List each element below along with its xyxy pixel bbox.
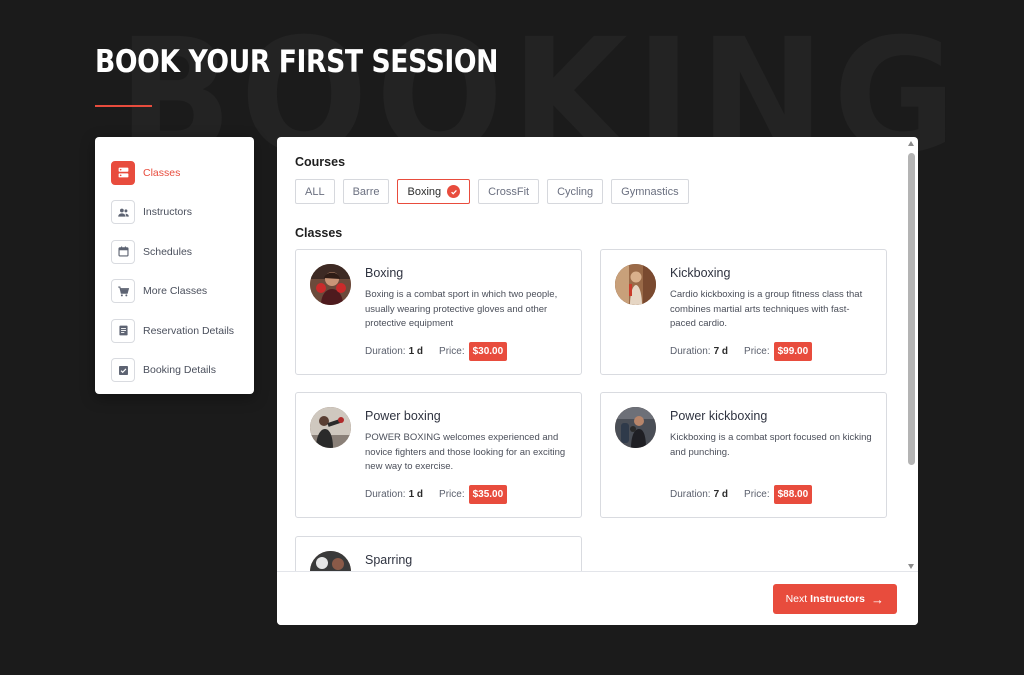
price-label: Price:	[744, 346, 770, 357]
next-button-target: Instructors	[810, 593, 865, 605]
class-description: POWER BOXING welcomes experienced and no…	[365, 432, 566, 472]
class-avatar	[615, 407, 656, 448]
class-title: Kickboxing	[670, 266, 731, 280]
class-description: Cardio kickboxing is a group fitness cla…	[670, 289, 863, 329]
price-badge: $99.00	[773, 342, 813, 361]
scroll-down-icon[interactable]	[908, 564, 914, 569]
class-card-boxing[interactable]: Boxing Boxing is a combat sport in which…	[295, 249, 582, 375]
class-card-sparring[interactable]: Sparring	[295, 536, 582, 571]
check-icon	[447, 185, 461, 198]
instructors-icon	[111, 200, 135, 225]
class-meta: Duration: 1 d Price: $30.00	[365, 342, 508, 361]
panel-footer: Next Instructors →	[277, 571, 918, 625]
classes-heading: Classes	[295, 226, 343, 240]
duration-label: Duration:	[670, 346, 711, 357]
document-icon	[111, 318, 135, 343]
course-filters: ALL Barre Boxing CrossFit Cycling Gymnas…	[295, 179, 905, 204]
scroll-thumb[interactable]	[908, 153, 915, 465]
class-title: Power boxing	[365, 409, 441, 423]
checklist-icon	[111, 358, 135, 383]
price-label: Price:	[439, 489, 465, 500]
price-badge: $88.00	[773, 485, 813, 504]
class-card-power-kickboxing[interactable]: Power kickboxing Kickboxing is a combat …	[600, 392, 887, 518]
scroll-up-icon[interactable]	[908, 141, 914, 146]
next-button-prefix: Next	[785, 593, 808, 605]
sidebar-item-schedules[interactable]: Schedules	[111, 232, 254, 272]
sidebar-item-label: Schedules	[143, 245, 193, 258]
sidebar-item-reservation-details[interactable]: Reservation Details	[111, 311, 254, 351]
class-meta: Duration: 7 d Price: $88.00	[670, 485, 813, 504]
steps-sidebar: Classes Instructors Schedules More Class…	[95, 137, 254, 394]
next-instructors-button[interactable]: Next Instructors →	[772, 584, 897, 614]
class-title: Boxing	[365, 266, 404, 280]
duration-label: Duration:	[670, 489, 711, 500]
sidebar-item-label: More Classes	[143, 285, 208, 298]
price-label: Price:	[744, 489, 770, 500]
filter-chip-crossfit[interactable]: CrossFit	[478, 179, 540, 204]
calendar-icon	[111, 239, 135, 264]
duration-label: Duration:	[365, 489, 406, 500]
class-meta: Duration: 7 d Price: $99.00	[670, 342, 813, 361]
sidebar-item-label: Instructors	[143, 206, 193, 219]
price-label: Price:	[439, 346, 465, 357]
duration-value: 7 d	[713, 346, 729, 357]
cart-icon	[111, 279, 135, 304]
filter-chip-all[interactable]: ALL	[295, 179, 335, 204]
class-avatar	[310, 264, 351, 305]
sidebar-item-label: Reservation Details	[143, 324, 235, 337]
panel-content[interactable]: Courses ALL Barre Boxing CrossFit Cyclin…	[277, 137, 905, 571]
class-title: Power kickboxing	[670, 409, 768, 423]
sidebar-item-label: Classes	[143, 166, 181, 179]
class-avatar	[310, 407, 351, 448]
courses-heading: Courses	[295, 155, 346, 169]
class-description: Boxing is a combat sport in which two pe…	[365, 289, 558, 329]
class-card-power-boxing[interactable]: Power boxing POWER BOXING welcomes exper…	[295, 392, 582, 518]
sidebar-item-label: Booking Details	[143, 364, 216, 377]
arrow-right-icon: →	[871, 591, 884, 607]
sidebar-item-more-classes[interactable]: More Classes	[111, 272, 254, 312]
classes-icon	[111, 160, 135, 185]
class-card-kickboxing[interactable]: Kickboxing Cardio kickboxing is a group …	[600, 249, 887, 375]
filter-chip-cycling[interactable]: Cycling	[547, 179, 604, 204]
duration-value: 7 d	[713, 489, 729, 500]
price-badge: $35.00	[468, 485, 508, 504]
filter-chip-barre[interactable]: Barre	[342, 179, 390, 204]
duration-label: Duration:	[365, 346, 406, 357]
booking-panel: Courses ALL Barre Boxing CrossFit Cyclin…	[277, 137, 918, 625]
filter-chip-gymnastics[interactable]: Gymnastics	[611, 179, 689, 204]
title-underline	[95, 105, 152, 107]
class-meta: Duration: 1 d Price: $35.00	[365, 485, 508, 504]
page-title: BOOK YOUR FIRST SESSION	[95, 44, 499, 80]
class-description: Kickboxing is a combat sport focused on …	[670, 432, 872, 458]
filter-chip-boxing[interactable]: Boxing	[397, 179, 471, 204]
panel-scrollbar[interactable]	[908, 141, 915, 569]
class-avatar	[310, 551, 351, 571]
sidebar-item-classes[interactable]: Classes	[111, 153, 254, 193]
class-avatar	[615, 264, 656, 305]
class-title: Sparring	[365, 553, 413, 567]
price-badge: $30.00	[468, 342, 508, 361]
sidebar-item-booking-details[interactable]: Booking Details	[111, 351, 254, 391]
sidebar-item-instructors[interactable]: Instructors	[111, 193, 254, 233]
filter-chip-label: Boxing	[407, 185, 442, 198]
duration-value: 1 d	[408, 346, 424, 357]
duration-value: 1 d	[408, 489, 424, 500]
